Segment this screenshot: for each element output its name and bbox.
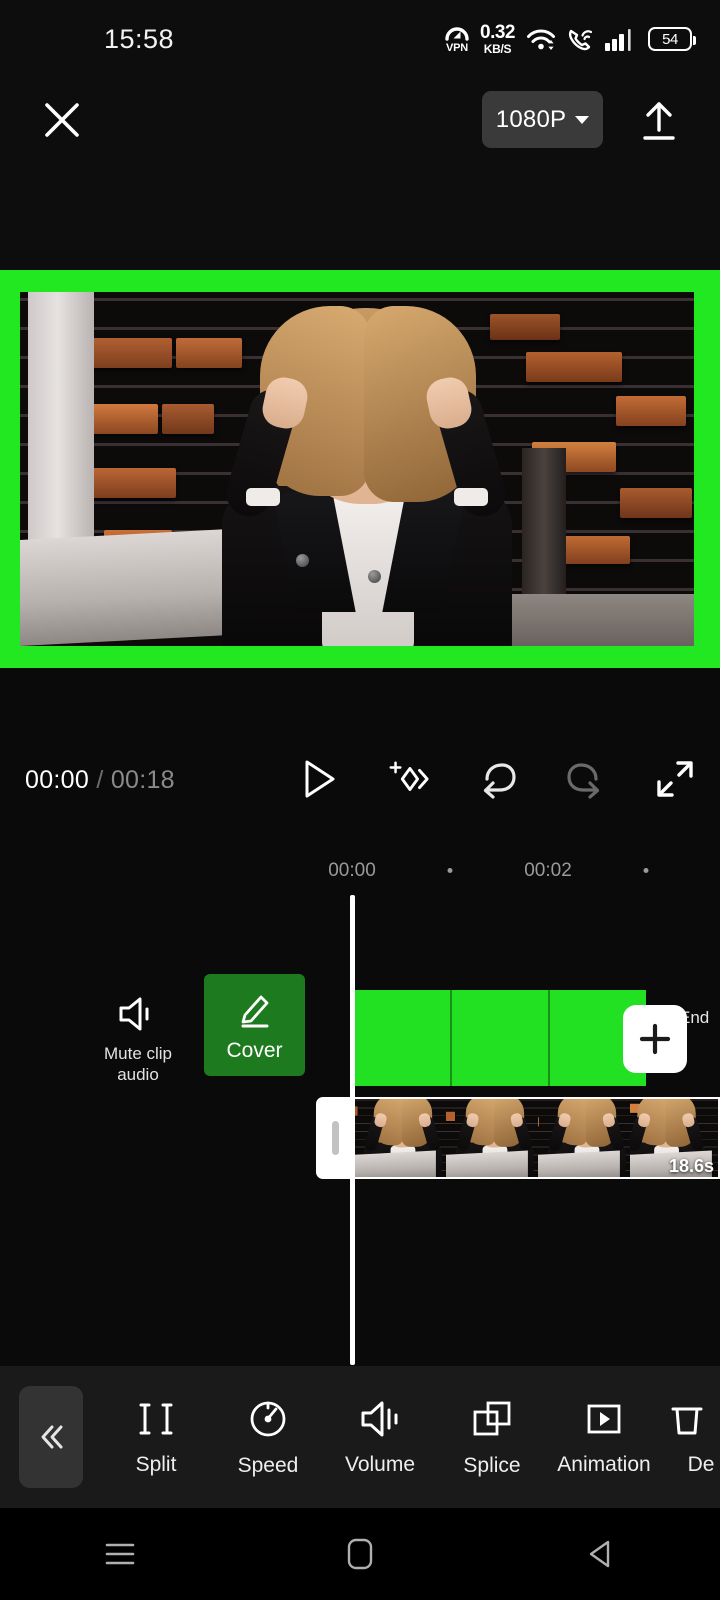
video-frame <box>20 292 694 646</box>
volume-icon <box>357 1398 403 1440</box>
clip-duration-label: 18.6s <box>668 1156 714 1176</box>
timeline-playhead[interactable] <box>350 895 355 1365</box>
cover-button[interactable]: Cover <box>204 974 305 1076</box>
person-subject <box>216 302 516 646</box>
clip-actions: Mute clip audio Cover <box>0 974 316 1100</box>
tool-label: Speed <box>237 1453 299 1477</box>
signal-bars-icon <box>605 27 637 51</box>
tool-list: Split Speed Volume Splice Animation De <box>100 1366 714 1508</box>
mute-clip-audio-button[interactable]: Mute clip audio <box>92 994 184 1086</box>
current-time: 00:00 <box>25 766 90 794</box>
chevron-down-icon <box>575 115 590 124</box>
time-separator: / <box>96 766 104 794</box>
export-button[interactable] <box>633 96 685 146</box>
editor-top-bar: 1080P <box>0 78 720 270</box>
clip-thumbnail <box>538 1099 630 1177</box>
dark-post <box>522 448 566 598</box>
menu-lines-icon <box>105 1541 135 1567</box>
editing-toolbar: Split Speed Volume Splice Animation De <box>0 1366 720 1508</box>
status-clock: 15:58 <box>104 23 175 54</box>
tool-speed[interactable]: Speed <box>212 1397 324 1478</box>
resolution-selector[interactable]: 1080P <box>482 91 603 148</box>
trim-grip <box>331 1121 339 1155</box>
network-speed-value: 0.32 <box>480 21 515 43</box>
total-time: 00:18 <box>110 766 175 794</box>
clip-segment-divider <box>450 990 452 1086</box>
redo-button[interactable] <box>563 756 609 802</box>
ruler-tick-0: 00:00 <box>328 860 376 881</box>
delete-icon <box>666 1398 708 1440</box>
playback-controls <box>296 756 698 802</box>
speaker-mute-icon <box>115 994 161 1034</box>
video-scene <box>20 292 694 646</box>
video-editor-screen: 15:58 VPN 0.32 KB/S 54 1080P 00:00 / 00:… <box>0 0 720 1600</box>
battery-icon: 54 <box>648 27 696 51</box>
add-clip-button[interactable] <box>623 1005 687 1073</box>
network-speed-unit: KB/S <box>483 41 512 56</box>
add-keyframe-button[interactable] <box>385 756 431 802</box>
resolution-label: 1080P <box>495 105 567 133</box>
tool-label: Splice <box>463 1453 521 1477</box>
tool-splice[interactable]: Splice <box>436 1397 548 1478</box>
splice-icon <box>470 1397 514 1441</box>
android-nav-bar <box>0 1508 720 1600</box>
status-icons: VPN 0.32 KB/S 54 <box>445 21 696 56</box>
video-preview-canvas[interactable] <box>0 270 720 668</box>
cover-label: Cover <box>226 1038 283 1062</box>
tool-label: Animation <box>557 1452 651 1476</box>
clip-thumbnails <box>354 1097 720 1179</box>
clip-thumbnail <box>354 1099 446 1177</box>
green-screen-clip[interactable] <box>352 990 646 1086</box>
wifi-icon <box>526 27 556 51</box>
timeline[interactable]: 00:00 00:02 Mute clip audio Cover 18.6s <box>0 850 720 1366</box>
recents-button[interactable] <box>65 1524 175 1584</box>
battery-percent: 54 <box>662 30 678 48</box>
tool-split[interactable]: Split <box>100 1398 212 1477</box>
clip-thumbnail <box>446 1099 538 1177</box>
play-button[interactable] <box>296 756 342 802</box>
undo-button[interactable] <box>474 756 520 802</box>
timeline-ruler: 00:00 00:02 <box>0 850 720 898</box>
pencil-edit-icon <box>234 988 276 1030</box>
home-square-icon <box>347 1538 373 1570</box>
status-bar: 15:58 VPN 0.32 KB/S 54 <box>0 0 720 78</box>
tool-animation[interactable]: Animation <box>548 1398 660 1477</box>
tool-volume[interactable]: Volume <box>324 1398 436 1477</box>
wifi-calling-icon <box>567 27 594 52</box>
video-clip-track[interactable]: 18.6s <box>316 1097 720 1179</box>
vpn-icon: VPN <box>445 25 469 54</box>
speed-gauge-icon <box>246 1397 290 1441</box>
clip-trim-handle-left[interactable] <box>316 1097 354 1179</box>
tool-label: De <box>687 1452 714 1476</box>
close-button[interactable] <box>38 96 86 144</box>
split-icon <box>135 1398 177 1440</box>
tool-delete[interactable]: De <box>660 1398 714 1477</box>
ruler-tick-dot-3 <box>643 868 649 873</box>
network-speed: 0.32 KB/S <box>480 21 515 56</box>
tool-label: Volume <box>344 1452 416 1476</box>
ruler-tick-dot-1 <box>447 868 453 873</box>
ruler-tick-2: 00:02 <box>524 860 572 881</box>
fullscreen-button[interactable] <box>652 756 698 802</box>
animation-play-icon <box>583 1398 625 1440</box>
vpn-label: VPN <box>446 41 469 54</box>
playback-bar: 00:00 / 00:18 <box>0 668 720 850</box>
clip-segment-divider <box>548 990 550 1086</box>
home-button[interactable] <box>305 1524 415 1584</box>
collapse-toolbar-button[interactable] <box>19 1386 83 1488</box>
mute-clip-audio-label: Mute clip audio <box>103 1044 173 1085</box>
back-triangle-icon <box>586 1539 614 1569</box>
back-button[interactable] <box>545 1524 655 1584</box>
tool-label: Split <box>135 1452 177 1476</box>
timecode-display: 00:00 / 00:18 <box>25 766 175 795</box>
